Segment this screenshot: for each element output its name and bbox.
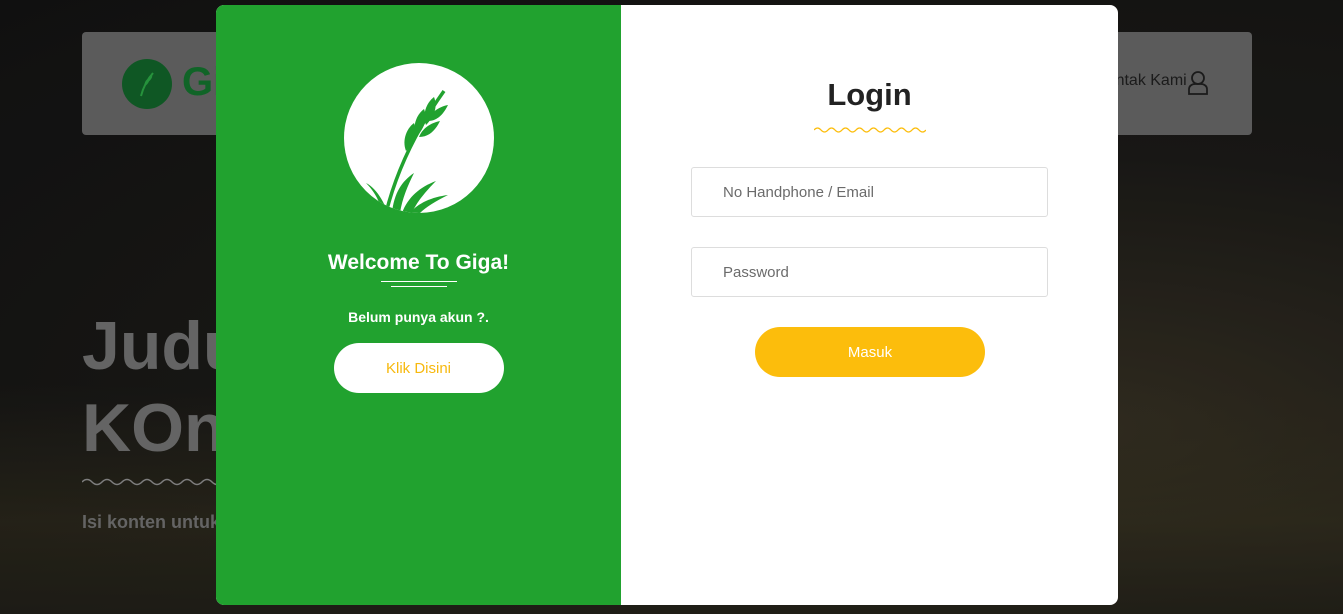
login-modal: Welcome To Giga! Belum punya akun ?. Kli…: [216, 5, 1118, 605]
login-button[interactable]: Masuk: [755, 327, 985, 377]
email-field[interactable]: [691, 167, 1048, 217]
signup-prompt: Belum punya akun ?.: [348, 309, 489, 325]
login-panel: Login Masuk: [621, 5, 1118, 605]
login-wave-divider: [814, 127, 926, 133]
signup-button[interactable]: Klik Disini: [333, 343, 504, 393]
welcome-panel: Welcome To Giga! Belum punya akun ?. Kli…: [216, 5, 621, 605]
welcome-heading: Welcome To Giga!: [327, 251, 510, 274]
password-field[interactable]: [691, 247, 1048, 297]
wheat-icon: [365, 89, 448, 213]
welcome-divider: [379, 281, 459, 289]
login-title: Login: [827, 77, 912, 112]
brand-logo-large: [343, 63, 494, 213]
